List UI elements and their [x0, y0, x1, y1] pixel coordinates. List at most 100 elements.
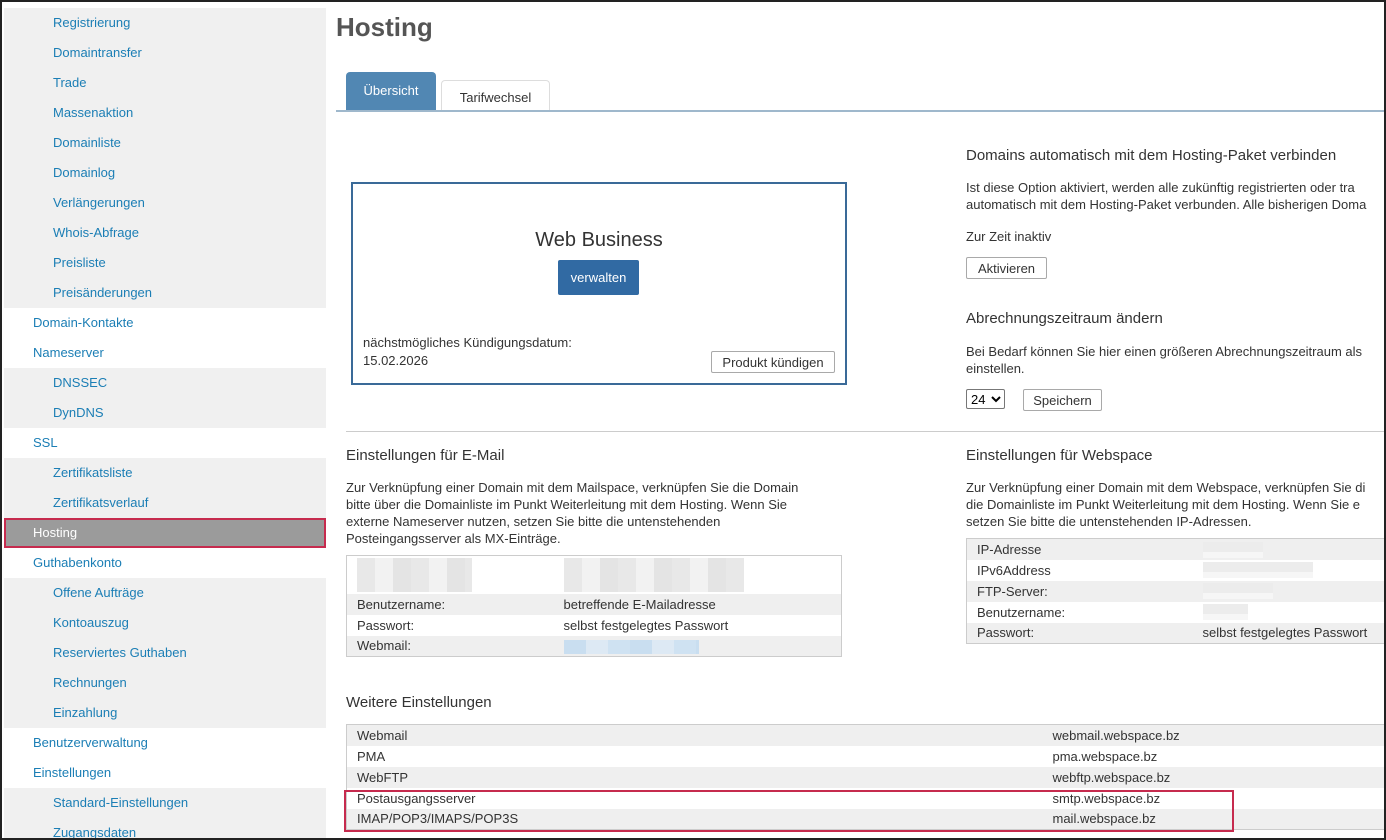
section-divider [346, 431, 1384, 432]
table-row: IP-Adresse [966, 538, 1384, 560]
table-row: Benutzername: betreffende E-Mailadresse [346, 593, 842, 615]
email-settings-title: Einstellungen für E-Mail [346, 447, 505, 464]
sidebar-item-reserviertes-guthaben[interactable]: Reserviertes Guthaben [4, 638, 326, 668]
webspace-settings-title: Einstellungen für Webspace [966, 447, 1153, 464]
billing-period-select[interactable]: 24 [966, 389, 1005, 409]
email-text-4: Posteingangsserver als MX-Einträge. [346, 531, 561, 546]
table-cell: Benutzername: [966, 601, 1193, 623]
redacted-block [563, 557, 744, 592]
sidebar-item-trade[interactable]: Trade [4, 68, 326, 98]
sidebar-item-guthabenkonto[interactable]: Guthabenkonto [4, 548, 326, 578]
tabs-divider [336, 110, 1384, 112]
billing-text-1: Bei Bedarf können Sie hier einen größere… [966, 344, 1363, 359]
table-cell: Webmail: [346, 635, 554, 657]
cancel-date-value: 15.02.2026 [363, 353, 429, 368]
table-cell: selbst festgelegtes Passwort [1192, 622, 1384, 644]
table-cell: smtp.webspace.bz [1042, 787, 1384, 809]
sidebar-item-zertifikatsliste[interactable]: Zertifikatsliste [4, 458, 326, 488]
sidebar-item-preisänderungen[interactable]: Preisänderungen [4, 278, 326, 308]
table-row: WebFTP webftp.webspace.bz [346, 766, 1384, 788]
sidebar-item-einzahlung[interactable]: Einzahlung [4, 698, 326, 728]
auto-connect-status: Zur Zeit inaktiv [966, 229, 1052, 244]
table-row [346, 555, 842, 594]
table-cell: Postausgangsserver [346, 787, 1043, 809]
cancel-date-label: nächstmögliches Kündigungsdatum: [363, 335, 572, 350]
sidebar-item-einstellungen[interactable]: Einstellungen [4, 758, 326, 788]
sidebar-item-rechnungen[interactable]: Rechnungen [4, 668, 326, 698]
sidebar-item-zugangsdaten[interactable]: Zugangsdaten [4, 818, 326, 838]
table-cell: mail.webspace.bz [1042, 808, 1384, 830]
sidebar-item-standard-einstellungen[interactable]: Standard-Einstellungen [4, 788, 326, 818]
webspace-text-1: Zur Verknüpfung einer Domain mit dem Web… [966, 480, 1366, 495]
redacted-block [357, 557, 472, 592]
activate-button[interactable]: Aktivieren [966, 257, 1047, 279]
redacted-block [1202, 541, 1263, 558]
table-row: Passwort: selbst festgelegtes Passwort [346, 614, 842, 636]
table-cell: pma.webspace.bz [1042, 745, 1384, 767]
table-cell [553, 555, 842, 594]
auto-connect-text-1: Ist diese Option aktiviert, werden alle … [966, 180, 1355, 195]
table-row: IPv6Address [966, 559, 1384, 581]
table-cell: Passwort: [346, 614, 554, 636]
sidebar-item-nameserver[interactable]: Nameserver [4, 338, 326, 368]
webspace-settings-table: IP-Adresse IPv6Address FTP-Server: Benut… [966, 538, 1384, 644]
sidebar-item-offene-aufträge[interactable]: Offene Aufträge [4, 578, 326, 608]
sidebar-item-verlängerungen[interactable]: Verlängerungen [4, 188, 326, 218]
sidebar-item-dyndns[interactable]: DynDNS [4, 398, 326, 428]
sidebar-item-domain-kontakte[interactable]: Domain-Kontakte [4, 308, 326, 338]
sidebar-item-kontoauszug[interactable]: Kontoauszug [4, 608, 326, 638]
tab-overview[interactable]: Übersicht [346, 72, 436, 110]
billing-text-2: einstellen. [966, 361, 1025, 376]
main-content: Hosting Übersicht Tarifwechsel Web Busin… [326, 2, 1384, 838]
sidebar-item-ssl[interactable]: SSL [4, 428, 326, 458]
sidebar-item-registrierung[interactable]: Registrierung [4, 8, 326, 38]
cancel-product-button[interactable]: Produkt kündigen [711, 351, 835, 373]
sidebar-item-whois-abfrage[interactable]: Whois-Abfrage [4, 218, 326, 248]
table-cell: PMA [346, 745, 1043, 767]
email-text-3: externe Nameserver nutzen, setzen Sie bi… [346, 514, 721, 529]
sidebar-item-preisliste[interactable]: Preisliste [4, 248, 326, 278]
table-cell: webftp.webspace.bz [1042, 766, 1384, 788]
table-cell: webmail.webspace.bz [1042, 724, 1384, 746]
table-cell [1192, 601, 1384, 623]
webmail-link-redacted[interactable] [563, 639, 699, 654]
redacted-block [1202, 562, 1313, 579]
sidebar-item-massenaktion[interactable]: Massenaktion [4, 98, 326, 128]
product-card: Web Business verwalten nächstmögliches K… [351, 182, 847, 385]
billing-title: Abrechnungszeitraum ändern [966, 310, 1163, 327]
email-text-2: bitte über die Domainliste im Punkt Weit… [346, 497, 787, 512]
table-row: Webmail: [346, 635, 842, 657]
table-cell: IMAP/POP3/IMAPS/POP3S [346, 808, 1043, 830]
webspace-text-3: setzen Sie bitte die untenstehenden IP-A… [966, 514, 1252, 529]
table-cell: Benutzername: [346, 593, 554, 615]
webspace-text-2: die Domainliste im Punkt Weiterleitung m… [966, 497, 1361, 512]
sidebar-item-domainliste[interactable]: Domainliste [4, 128, 326, 158]
table-row: PMA pma.webspace.bz [346, 745, 1384, 767]
table-cell: IPv6Address [966, 559, 1193, 581]
sidebar-item-domainlog[interactable]: Domainlog [4, 158, 326, 188]
sidebar-nav: Registrierung Domaintransfer Trade Massenak… [2, 2, 326, 838]
table-cell [1192, 559, 1384, 581]
redacted-block [1202, 583, 1273, 600]
table-cell: IP-Adresse [966, 538, 1193, 560]
auto-connect-title: Domains automatisch mit dem Hosting-Pake… [966, 147, 1337, 164]
table-row: Benutzername: [966, 601, 1384, 623]
tab-tariff-change[interactable]: Tarifwechsel [441, 80, 550, 111]
table-cell[interactable] [553, 635, 842, 657]
table-cell: selbst festgelegtes Passwort [553, 614, 842, 636]
email-text-1: Zur Verknüpfung einer Domain mit dem Mai… [346, 480, 799, 495]
save-billing-button[interactable]: Speichern [1023, 389, 1102, 411]
sidebar-item-benutzerverwaltung[interactable]: Benutzerverwaltung [4, 728, 326, 758]
sidebar-item-domaintransfer[interactable]: Domaintransfer [4, 38, 326, 68]
email-settings-table: Benutzername: betreffende E-Mailadresse … [346, 555, 842, 657]
sidebar-item-hosting[interactable]: Hosting [4, 518, 326, 548]
sidebar-item-dnssec[interactable]: DNSSEC [4, 368, 326, 398]
table-cell [346, 555, 554, 594]
more-settings-title: Weitere Einstellungen [346, 694, 492, 711]
sidebar-item-zertifikatsverlauf[interactable]: Zertifikatsverlauf [4, 488, 326, 518]
manage-button[interactable]: verwalten [558, 260, 639, 295]
table-row: FTP-Server: [966, 580, 1384, 602]
table-cell [1192, 580, 1384, 602]
table-row: Webmail webmail.webspace.bz [346, 724, 1384, 746]
table-cell: FTP-Server: [966, 580, 1193, 602]
